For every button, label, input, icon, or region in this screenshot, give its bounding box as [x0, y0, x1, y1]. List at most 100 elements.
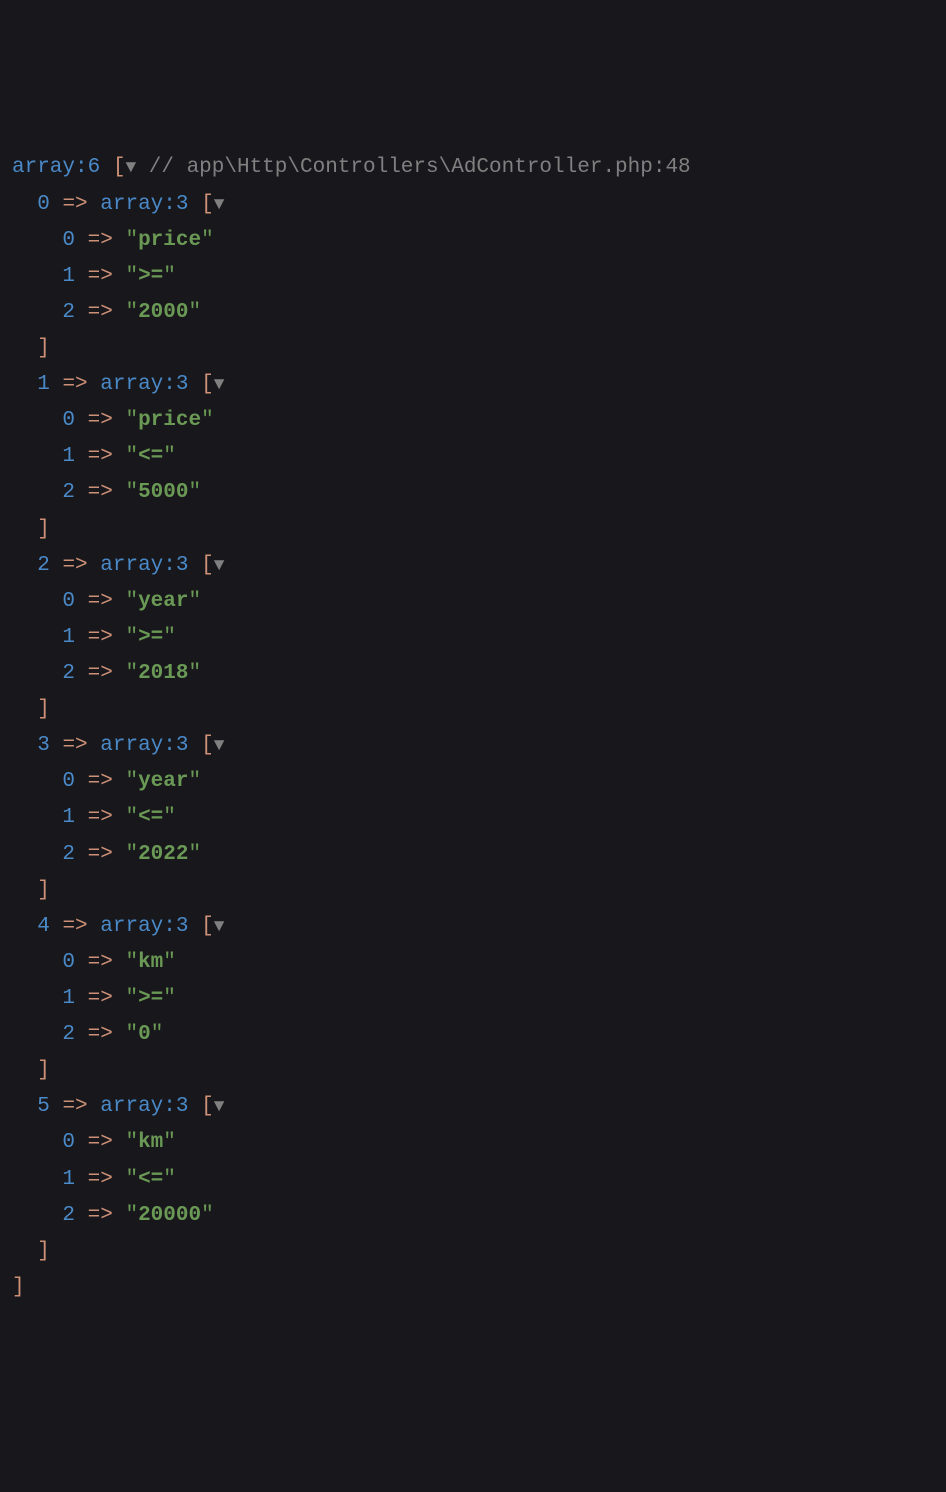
string-value: >= — [138, 987, 163, 1010]
inner-index: 1 — [62, 626, 75, 649]
inner-array-label: array:3 — [100, 554, 188, 577]
array-index: 0 — [37, 193, 50, 216]
inner-array-label: array:3 — [100, 915, 188, 938]
bracket-close: ] — [37, 518, 50, 541]
string-quote: " — [125, 445, 138, 468]
string-value: year — [138, 770, 188, 793]
array-index: 2 — [37, 554, 50, 577]
inner-index: 2 — [62, 843, 75, 866]
string-value: 2018 — [138, 662, 188, 685]
inner-index: 0 — [62, 229, 75, 252]
string-value: >= — [138, 626, 163, 649]
arrow-op: => — [88, 987, 113, 1010]
string-quote: " — [189, 662, 202, 685]
string-value: 2000 — [138, 301, 188, 324]
caret-icon[interactable]: ▼ — [214, 375, 225, 395]
inner-index: 0 — [62, 409, 75, 432]
arrow-op: => — [88, 590, 113, 613]
bracket-open: [ — [201, 915, 214, 938]
string-quote: " — [189, 590, 202, 613]
caret-icon[interactable]: ▼ — [214, 195, 225, 215]
string-quote: " — [125, 951, 138, 974]
inner-index: 2 — [62, 662, 75, 685]
string-quote: " — [201, 409, 214, 432]
inner-index: 1 — [62, 806, 75, 829]
bracket-close: ] — [37, 337, 50, 360]
arrow-op: => — [88, 265, 113, 288]
inner-index: 1 — [62, 987, 75, 1010]
arrow-op: => — [88, 1168, 113, 1191]
string-value: price — [138, 409, 201, 432]
arrow-op: => — [88, 445, 113, 468]
string-quote: " — [163, 951, 176, 974]
inner-index: 1 — [62, 1168, 75, 1191]
string-quote: " — [163, 626, 176, 649]
caret-icon[interactable]: ▼ — [214, 917, 225, 937]
arrow-op: => — [88, 626, 113, 649]
caret-icon[interactable]: ▼ — [214, 556, 225, 576]
bracket-open: [ — [201, 193, 214, 216]
arrow-op: => — [88, 301, 113, 324]
arrow-op: => — [62, 915, 87, 938]
inner-index: 2 — [62, 301, 75, 324]
string-quote: " — [125, 626, 138, 649]
inner-index: 1 — [62, 265, 75, 288]
caret-icon[interactable]: ▼ — [214, 736, 225, 756]
array-index: 3 — [37, 734, 50, 757]
bracket-open: [ — [201, 554, 214, 577]
inner-index: 2 — [62, 1204, 75, 1227]
string-value: <= — [138, 1168, 163, 1191]
arrow-op: => — [62, 373, 87, 396]
array-index: 4 — [37, 915, 50, 938]
array-index: 5 — [37, 1095, 50, 1118]
string-quote: " — [125, 1131, 138, 1154]
string-value: km — [138, 1131, 163, 1154]
arrow-op: => — [62, 554, 87, 577]
string-value: 2022 — [138, 843, 188, 866]
array-index: 1 — [37, 373, 50, 396]
inner-index: 1 — [62, 445, 75, 468]
string-quote: " — [189, 770, 202, 793]
bracket-open: [ — [201, 373, 214, 396]
string-quote: " — [163, 265, 176, 288]
arrow-op: => — [88, 1204, 113, 1227]
arrow-op: => — [62, 734, 87, 757]
arrow-op: => — [62, 1095, 87, 1118]
inner-array-label: array:3 — [100, 734, 188, 757]
string-quote: " — [163, 1168, 176, 1191]
string-quote: " — [163, 445, 176, 468]
string-quote: " — [125, 301, 138, 324]
bracket-open: [ — [113, 156, 126, 179]
inner-array-label: array:3 — [100, 373, 188, 396]
inner-index: 0 — [62, 770, 75, 793]
arrow-op: => — [88, 662, 113, 685]
string-value: 0 — [138, 1023, 151, 1046]
caret-icon[interactable]: ▼ — [125, 158, 136, 178]
arrow-op: => — [88, 843, 113, 866]
inner-index: 2 — [62, 481, 75, 504]
bracket-close: ] — [37, 879, 50, 902]
inner-array-label: array:3 — [100, 1095, 188, 1118]
arrow-op: => — [62, 193, 87, 216]
arrow-op: => — [88, 409, 113, 432]
string-quote: " — [125, 265, 138, 288]
bracket-open: [ — [201, 1095, 214, 1118]
string-quote: " — [201, 229, 214, 252]
string-quote: " — [125, 409, 138, 432]
string-quote: " — [125, 481, 138, 504]
caret-icon[interactable]: ▼ — [214, 1097, 225, 1117]
arrow-op: => — [88, 951, 113, 974]
string-quote: " — [125, 770, 138, 793]
inner-array-label: array:3 — [100, 193, 188, 216]
string-quote: " — [125, 843, 138, 866]
dump-output: array:6 [▼ // app\Http\Controllers\AdCon… — [12, 150, 934, 1306]
arrow-op: => — [88, 806, 113, 829]
inner-index: 2 — [62, 1023, 75, 1046]
bracket-open: [ — [201, 734, 214, 757]
arrow-op: => — [88, 770, 113, 793]
string-quote: " — [189, 481, 202, 504]
arrow-op: => — [88, 1023, 113, 1046]
arrow-op: => — [88, 229, 113, 252]
inner-index: 0 — [62, 1131, 75, 1154]
string-value: year — [138, 590, 188, 613]
